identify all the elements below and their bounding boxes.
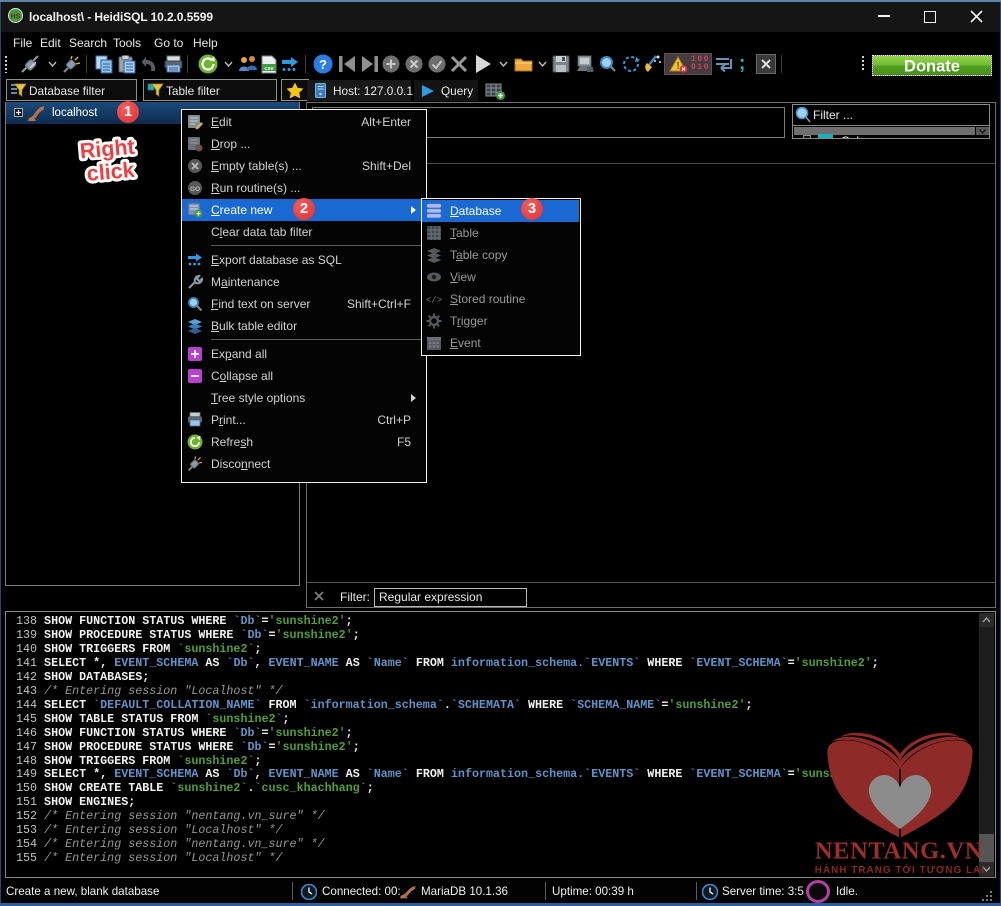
svg-text:click: click (86, 158, 136, 186)
svg-text:HÀNH TRANG TỚI TƯƠNG LAI: HÀNH TRANG TỚI TƯƠNG LAI (815, 864, 985, 876)
svg-text:HS: HS (11, 14, 21, 21)
svg-text:?: ? (319, 57, 327, 72)
svg-text:GO: GO (190, 186, 200, 193)
svg-text:csv: csv (264, 66, 274, 72)
svg-text:Donate: Donate (904, 58, 960, 76)
svg-text:</>: </> (426, 296, 442, 306)
svg-text:NENTANG.VN: NENTANG.VN (815, 838, 983, 865)
svg-text:!: ! (676, 61, 679, 72)
